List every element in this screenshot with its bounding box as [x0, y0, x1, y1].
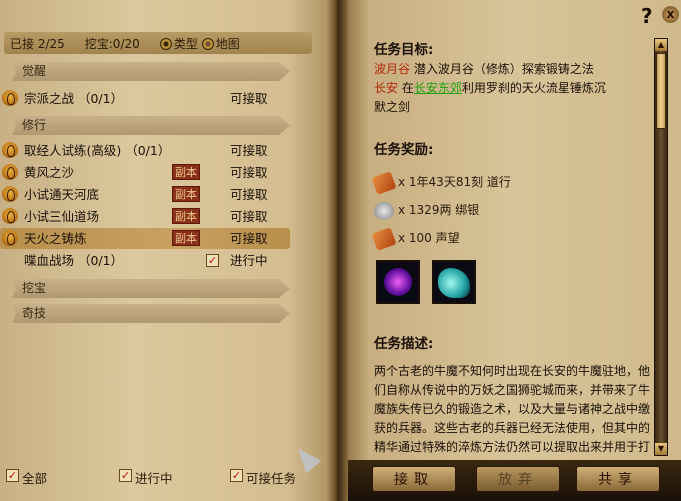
silver-icon: [374, 201, 394, 220]
quest-name: 黄风之沙: [24, 165, 75, 180]
goal-place: 长安: [374, 81, 399, 95]
reward-row: x 1329两 绑银: [374, 200, 479, 220]
reward-text: x 1329两 绑银: [398, 203, 480, 217]
reward-item-slot[interactable]: [432, 260, 476, 304]
quest-status: 可接取: [230, 231, 268, 246]
filter-available-label: 可接任务: [246, 471, 297, 486]
goal-line: 利用罗刹的天火流星锤炼沉: [461, 81, 606, 95]
goal-line: 潜入波月谷（修炼）探索锻铸之法: [413, 62, 594, 76]
quest-icon: [2, 230, 18, 246]
reward-row: x 100 声望: [371, 226, 460, 251]
quest-row[interactable]: 黄风之沙 副本 可接取: [0, 162, 290, 183]
quest-name: 天火之铸炼: [24, 231, 87, 246]
filter-active-label: 进行中: [135, 471, 173, 486]
desc-heading: 任务描述:: [374, 336, 434, 352]
scroll-icon: [371, 226, 397, 251]
filter-all-checkbox[interactable]: ✓: [6, 469, 19, 482]
quest-icon: [2, 208, 18, 224]
radio-icon: [201, 37, 214, 50]
abandon-button[interactable]: 放弃: [476, 466, 560, 492]
quest-icon: [2, 142, 18, 158]
sort-map-option[interactable]: 地图: [201, 35, 240, 52]
radio-icon: [159, 37, 172, 50]
spirit-fox-icon: [438, 268, 470, 298]
quest-summary-bar: 已接 2/25 挖宝:0/20 类型 地图: [4, 32, 312, 54]
goal-location-link[interactable]: 长安东郊: [414, 81, 462, 95]
goal-place: 波月谷: [374, 62, 411, 76]
reward-text: x 100 声望: [398, 231, 460, 245]
detail-scrollbar[interactable]: ▲ ▼: [654, 38, 668, 456]
goal-heading: 任务目标:: [374, 42, 434, 58]
dig-count: 挖宝:0/20: [84, 36, 140, 51]
goal-line: 默之剑: [374, 100, 411, 114]
quest-status: 可接取: [230, 187, 268, 202]
reward-item-slot[interactable]: [376, 260, 420, 304]
quest-name: 宗派之战 （0/1）: [24, 91, 124, 106]
scroll-up-icon[interactable]: ▲: [655, 39, 667, 51]
book-spine: [326, 0, 348, 501]
quest-row[interactable]: 小试三仙道场 副本 可接取: [0, 206, 290, 227]
category-practice[interactable]: 修行: [12, 116, 290, 135]
quest-name: 小试通天河底: [24, 187, 100, 202]
accept-button[interactable]: 接取: [372, 466, 456, 492]
scroll-icon: [371, 170, 397, 195]
quest-name: 小试三仙道场: [24, 209, 100, 224]
quest-status: 可接取: [230, 143, 268, 158]
quest-icon: [2, 186, 18, 202]
scroll-thumb[interactable]: [656, 53, 666, 129]
filter-available-checkbox[interactable]: ✓: [230, 469, 243, 482]
category-skill[interactable]: 奇技: [12, 304, 290, 323]
dungeon-badge: 副本: [172, 208, 200, 224]
quest-status: 进行中: [230, 253, 268, 268]
category-awaken[interactable]: 觉醒: [12, 62, 290, 81]
reward-text: x 1年43天81刻 道行: [398, 175, 511, 189]
quest-row-selected[interactable]: 天火之铸炼 副本 可接取: [0, 228, 290, 249]
quest-detail: 任务目标: 波月谷 潜入波月谷（修炼）探索锻铸之法 长安 在长安东郊利用罗刹的天…: [362, 32, 652, 457]
reward-heading: 任务奖励:: [374, 142, 434, 158]
scroll-down-icon[interactable]: ▼: [655, 443, 667, 455]
dungeon-badge: 副本: [172, 186, 200, 202]
quest-icon: [2, 90, 18, 106]
sort-type-option[interactable]: 类型: [159, 35, 198, 52]
quest-name: 取经人试练(高级) （0/1）: [24, 143, 171, 158]
purple-orb-icon: [384, 268, 412, 296]
filter-all-label: 全部: [22, 471, 48, 486]
quest-status: 可接取: [230, 165, 268, 180]
action-bar: 接取 放弃 共享: [348, 460, 681, 501]
filter-bar: ✓ 全部 ✓ 进行中 ✓ 可接任务: [0, 460, 336, 490]
quest-row[interactable]: 小试通天河底 副本 可接取: [0, 184, 290, 205]
quest-book: 已接 2/25 挖宝:0/20 类型 地图 觉醒 宗派之战 （0/1） 可接取 …: [0, 0, 681, 501]
quest-status: 可接取: [230, 209, 268, 224]
reward-row: x 1年43天81刻 道行: [371, 170, 511, 195]
close-icon[interactable]: x: [662, 6, 679, 23]
filter-active-checkbox[interactable]: ✓: [119, 469, 132, 482]
dungeon-badge: 副本: [172, 164, 200, 180]
goal-line: 在: [401, 81, 414, 95]
dungeon-badge: 副本: [172, 230, 200, 246]
quest-row[interactable]: 宗派之战 （0/1） 可接取: [0, 88, 290, 109]
tracking-checkbox[interactable]: ✓: [206, 254, 219, 267]
help-icon[interactable]: ?: [641, 4, 653, 28]
quest-status: 可接取: [230, 91, 268, 106]
accepted-count: 已接 2/25: [10, 36, 65, 51]
quest-icon: [2, 164, 18, 180]
share-button[interactable]: 共享: [576, 466, 660, 492]
category-treasure[interactable]: 挖宝: [12, 279, 290, 298]
quest-description: 两个古老的牛魔不知何时出现在长安的牛魔驻地，他们自称从传说中的万妖之国狮驼城而来…: [374, 364, 651, 454]
goal-text: 波月谷 潜入波月谷（修炼）探索锻铸之法 长安 在长安东郊利用罗刹的天火流星锤炼沉…: [374, 60, 652, 117]
quest-name: 喋血战场 （0/1）: [24, 253, 124, 268]
quest-row[interactable]: 喋血战场 （0/1） ✓ 进行中: [0, 250, 290, 271]
quest-row[interactable]: 取经人试练(高级) （0/1） 可接取: [0, 140, 290, 161]
